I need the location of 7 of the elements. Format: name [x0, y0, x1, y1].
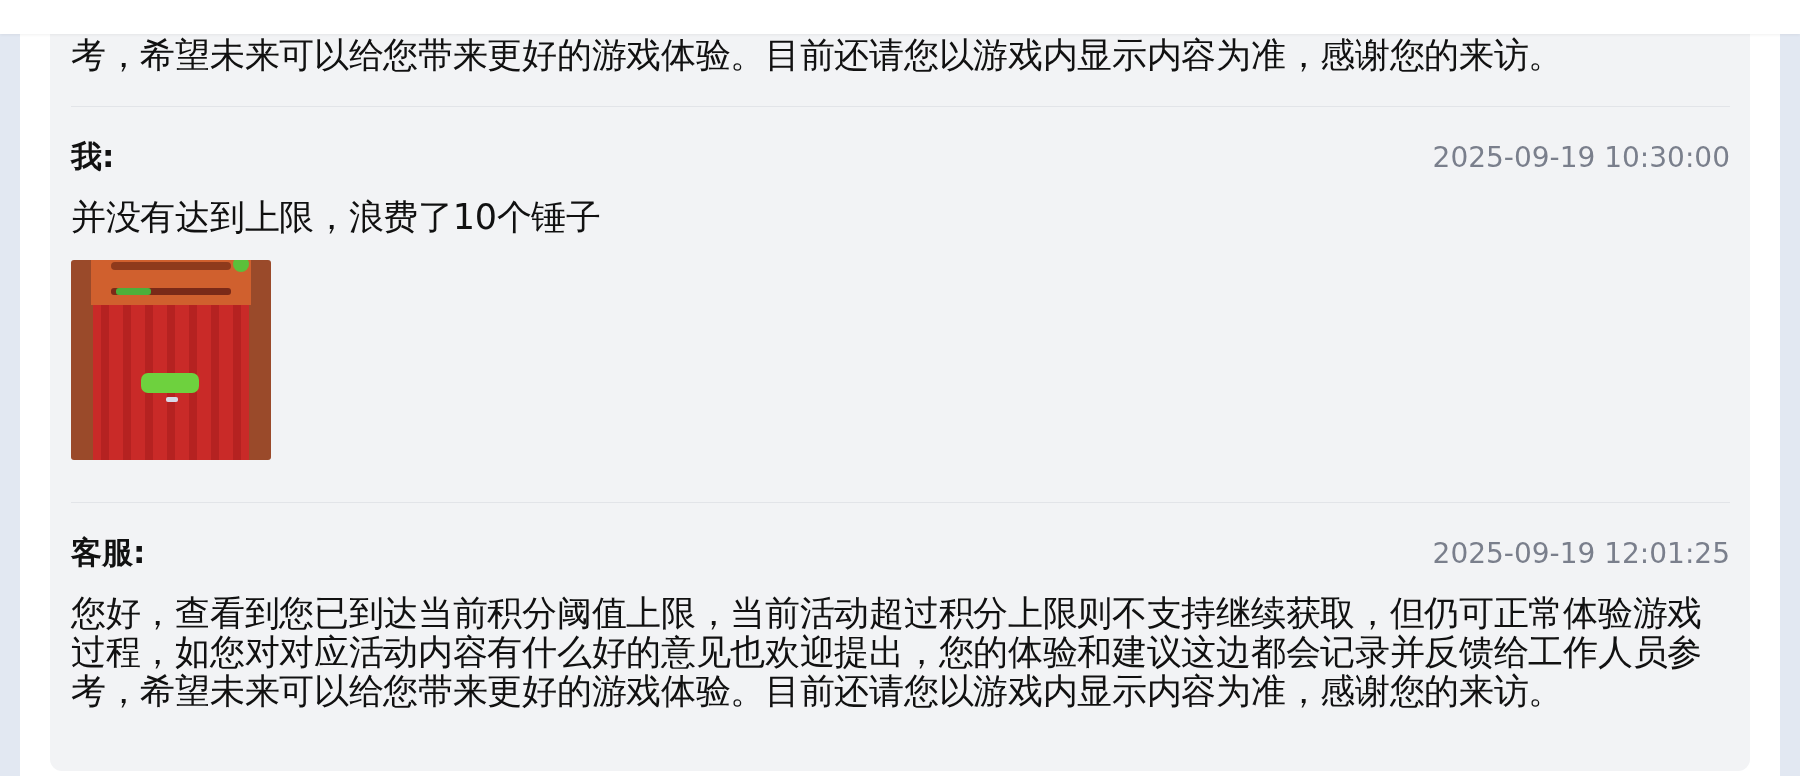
message-time: 2025-09-19 12:01:25	[1432, 536, 1730, 570]
message-text: 并没有达到上限，浪费了10个锤子	[71, 198, 602, 237]
sender-label: 我:	[71, 137, 115, 176]
message-time: 2025-09-19 10:30:00	[1432, 140, 1730, 174]
message-text: 考，希望未来可以给您带来更好的游戏体验。目前还请您以游戏内显示内容为准，感谢您的来访。	[71, 36, 1565, 75]
sender-label: 客服:	[71, 533, 146, 572]
message-text: 您好，查看到您已到达当前积分阈值上限，当前活动超过积分上限则不支持继续获取，但仍可正常体验游戏过程，如您对对应活动内容有什么好的意见也欢迎提出，您的体验和建议这边都会记录并反馈给工作人员参考，希望未来可以给您带来更好的游戏体验。目前还请您以游戏内显示内容为准，感谢您的来访。	[71, 594, 1703, 711]
